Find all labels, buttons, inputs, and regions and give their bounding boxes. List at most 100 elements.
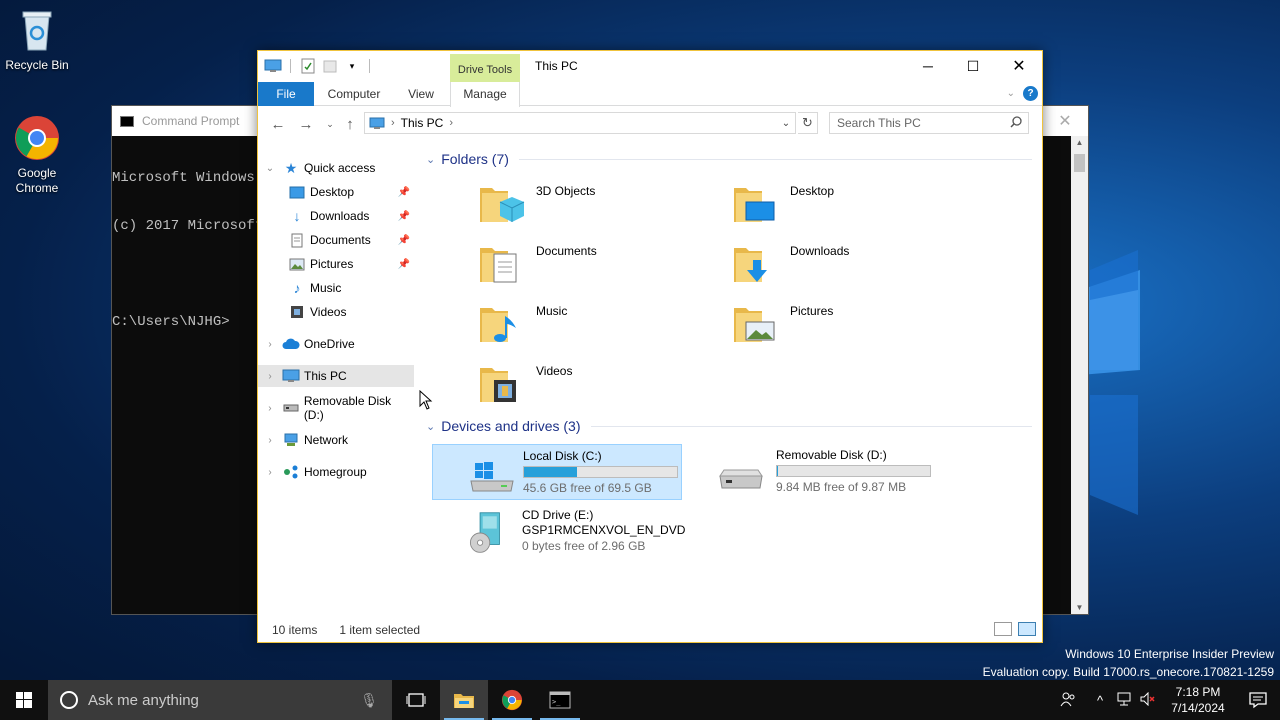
cortana-search-input[interactable]: Ask me anything (88, 692, 199, 709)
task-view-button[interactable] (392, 680, 440, 720)
microphone-icon[interactable]: 🎙 (360, 692, 378, 709)
folder-documents[interactable]: Documents (478, 240, 718, 290)
task-view-icon (406, 693, 426, 707)
expand-chevron-icon[interactable]: › (258, 467, 282, 478)
nav-item-pictures[interactable]: Pictures 📌 (258, 253, 414, 275)
expand-chevron-icon[interactable]: › (258, 403, 282, 414)
cmd-scrollbar[interactable]: ▲ ▼ (1071, 136, 1088, 614)
nav-item-quick-access[interactable]: ⌄ ★ Quick access (258, 157, 414, 179)
scroll-up-icon[interactable]: ▲ (1071, 138, 1088, 147)
folder-label: Documents (536, 244, 597, 258)
videos-icon (288, 304, 306, 320)
network-status-icon[interactable] (1112, 692, 1136, 709)
refresh-icon[interactable]: ↻ (798, 112, 818, 134)
breadcrumb-chevron-icon[interactable]: › (391, 117, 395, 129)
forward-arrow-icon[interactable]: → (296, 114, 316, 134)
taskbar-chrome[interactable] (488, 680, 536, 720)
file-explorer-window[interactable]: ▾ Drive Tools This PC ─ ☐ ✕ File Compute… (257, 50, 1043, 643)
nav-item-homegroup[interactable]: › Homegroup (258, 461, 414, 483)
start-button[interactable] (0, 680, 48, 720)
cmd-close-icon[interactable]: ✕ (1042, 111, 1088, 131)
nav-item-onedrive[interactable]: › OneDrive (258, 333, 414, 355)
volume-muted-icon[interactable] (1136, 691, 1160, 709)
up-arrow-icon[interactable]: ↑ (340, 114, 360, 134)
pin-icon[interactable]: 📌 (398, 211, 410, 222)
close-button[interactable]: ✕ (996, 51, 1042, 81)
search-input[interactable]: Search This PC (837, 116, 921, 130)
collapse-chevron-icon[interactable]: ⌄ (426, 420, 435, 433)
drive-local-disk-c[interactable]: Local Disk (C:) 45.6 GB free of 69.5 GB (432, 444, 682, 500)
show-hidden-icons-chevron-icon[interactable]: ^ (1088, 693, 1112, 708)
tab-file[interactable]: File (258, 82, 314, 106)
drive-cd-e[interactable]: CD Drive (E:) GSP1RMCENXVOL_EN_DVD 0 byt… (432, 504, 692, 564)
properties-icon[interactable] (299, 57, 317, 75)
explorer-titlebar[interactable]: ▾ Drive Tools This PC ─ ☐ ✕ (258, 51, 1042, 82)
folder-music[interactable]: Music (478, 300, 718, 350)
toolbar-separator (290, 59, 291, 73)
pin-icon[interactable]: 📌 (398, 259, 410, 270)
tab-computer[interactable]: Computer (320, 82, 388, 106)
pin-icon[interactable]: 📌 (398, 187, 410, 198)
status-bar: 10 items 1 item selected (258, 618, 1042, 642)
cmd-title: Command Prompt (142, 114, 240, 128)
nav-item-videos[interactable]: Videos (258, 301, 414, 323)
clock[interactable]: 7:18 PM 7/14/2024 (1160, 684, 1236, 716)
recent-locations-icon[interactable]: ⌄ (320, 114, 340, 134)
back-arrow-icon[interactable]: ← (268, 114, 288, 134)
folder-downloads[interactable]: Downloads (732, 240, 972, 290)
cortana-search-box[interactable]: Ask me anything 🎙 (48, 680, 392, 720)
large-icons-view-icon[interactable] (1018, 622, 1036, 636)
devices-group-header[interactable]: ⌄ Devices and drives (3) (422, 416, 1032, 436)
taskbar-command-prompt[interactable]: >_ (536, 680, 584, 720)
scroll-down-icon[interactable]: ▼ (1071, 603, 1088, 612)
folder-pictures[interactable]: Pictures (732, 300, 972, 350)
nav-item-removable-disk[interactable]: › Removable Disk (D:) (258, 394, 414, 422)
collapse-chevron-icon[interactable]: ⌄ (258, 163, 282, 174)
qat-dropdown-icon[interactable]: ▾ (343, 57, 361, 75)
expand-chevron-icon[interactable]: › (258, 435, 282, 446)
drive-removable-disk-d[interactable]: Removable Disk (D:) 9.84 MB free of 9.87… (686, 444, 936, 500)
minimize-button[interactable]: ─ (905, 51, 951, 81)
nav-item-this-pc[interactable]: › This PC (258, 365, 414, 387)
folders-group-header[interactable]: ⌄ Folders (7) (422, 149, 1032, 169)
nav-item-documents[interactable]: Documents 📌 (258, 229, 414, 251)
details-view-icon[interactable] (994, 622, 1012, 636)
address-dropdown-icon[interactable]: ⌄ (777, 118, 795, 129)
taskbar-file-explorer[interactable] (440, 680, 488, 720)
pictures-folder-icon (734, 308, 775, 342)
maximize-button[interactable]: ☐ (950, 51, 996, 81)
pictures-icon (288, 256, 306, 272)
expand-chevron-icon[interactable]: › (258, 339, 282, 350)
collapse-chevron-icon[interactable]: ⌄ (426, 153, 435, 166)
status-item-count: 10 items (272, 623, 318, 637)
folder-videos[interactable]: Videos (478, 360, 718, 410)
search-box[interactable]: Search This PC (829, 112, 1029, 134)
this-pc-icon (369, 117, 385, 130)
tab-manage[interactable]: Manage (450, 82, 520, 107)
documents-icon (288, 232, 306, 248)
nav-item-label: Downloads (310, 209, 370, 223)
recycle-bin-icon (13, 6, 61, 54)
help-icon[interactable]: ? (1023, 86, 1038, 101)
tab-view[interactable]: View (398, 82, 444, 106)
expand-chevron-icon[interactable]: › (258, 371, 282, 382)
folder-3d-objects[interactable]: 3D Objects (478, 180, 718, 230)
nav-item-desktop[interactable]: Desktop 📌 (258, 181, 414, 203)
nav-item-music[interactable]: ♪ Music (258, 277, 414, 299)
windows-drive-icon (470, 462, 514, 492)
address-bar[interactable]: › This PC › ⌄ (364, 112, 796, 134)
breadcrumb-chevron-icon[interactable]: › (449, 117, 453, 129)
folder-desktop[interactable]: Desktop (732, 180, 972, 230)
people-icon[interactable] (1056, 691, 1080, 710)
nav-item-network[interactable]: › Network (258, 429, 414, 451)
action-center-button[interactable] (1236, 691, 1280, 709)
desktop-icon-recycle-bin[interactable]: Recycle Bin (0, 6, 74, 73)
search-icon[interactable] (1010, 115, 1022, 131)
desktop-icon-chrome[interactable]: Google Chrome (0, 114, 74, 196)
nav-item-downloads[interactable]: ↓ Downloads 📌 (258, 205, 414, 227)
new-folder-icon[interactable] (321, 57, 339, 75)
breadcrumb-this-pc[interactable]: This PC (401, 116, 444, 130)
scroll-thumb[interactable] (1074, 154, 1085, 172)
expand-ribbon-icon[interactable]: ⌄ (1007, 88, 1015, 99)
pin-icon[interactable]: 📌 (398, 235, 410, 246)
